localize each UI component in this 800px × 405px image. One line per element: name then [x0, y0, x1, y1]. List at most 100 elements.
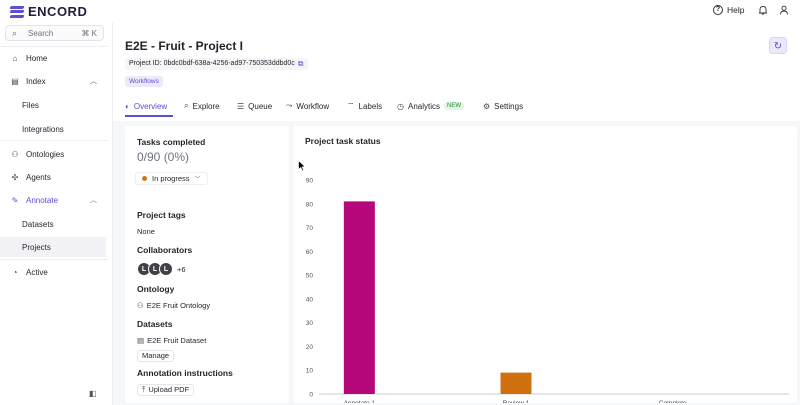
question-circle-icon: ?	[713, 5, 723, 15]
ontology-link[interactable]: ⚇ E2E Fruit Ontology	[137, 301, 210, 310]
x-tick-label: Annotate 1	[344, 400, 376, 403]
project-id-text: Project ID: 0bdc0bdf-638a-4256-ad97-7503…	[129, 60, 295, 67]
task-status-chart: 0 10 20 30 40 50 60 70 80 90 Annotate 1 Review 1 Com…	[306, 178, 789, 403]
status-dropdown[interactable]: In progress ﹀	[135, 172, 208, 185]
sidebar-item-datasets[interactable]: Datasets	[0, 214, 106, 234]
sidebar-item-label: Agents	[26, 172, 51, 182]
project-id: Project ID: 0bdc0bdf-638a-4256-ad97-7503…	[125, 58, 308, 70]
agents-icon: ✣	[11, 172, 19, 182]
user-icon[interactable]	[779, 5, 789, 18]
sidebar-item-label: Annotate	[26, 195, 59, 205]
tab-analytics[interactable]: ◷ Analytics NEW	[397, 98, 464, 114]
dataset-icon: ▤	[137, 336, 145, 345]
upload-icon: ⤒	[142, 385, 146, 394]
workflow-icon: ⤳	[286, 101, 293, 110]
help-button[interactable]: ? Help	[713, 5, 744, 15]
active-tab-indicator	[125, 115, 173, 117]
divider	[0, 140, 108, 141]
sidebar-item-files[interactable]: Files	[0, 95, 106, 115]
explore-icon: ⌕	[184, 101, 189, 110]
sidebar-item-home[interactable]: ⌂ Home	[0, 48, 106, 68]
annotate-icon: ✎	[11, 195, 19, 205]
tab-settings[interactable]: ⚙ Settings	[483, 98, 523, 114]
bell-icon[interactable]	[758, 5, 768, 18]
chart-bar	[500, 372, 532, 394]
sidebar-item-projects[interactable]: Projects	[0, 237, 106, 257]
project-tags-title: Project tags	[137, 210, 186, 220]
x-tick-label: Review 1	[503, 400, 530, 403]
tab-label: Explore	[192, 101, 220, 111]
refresh-button[interactable]: ↻	[769, 37, 787, 54]
y-tick-label: 60	[306, 249, 314, 256]
active-icon: ◔	[12, 267, 18, 277]
upload-pdf-button[interactable]: ⤒ Upload PDF	[137, 384, 195, 396]
sidebar-item-label: Active	[26, 267, 48, 277]
y-tick-label: 30	[306, 320, 314, 327]
mouse-cursor-icon	[298, 159, 307, 175]
chart-bar	[343, 201, 375, 394]
tab-explore[interactable]: ⌕ Explore	[184, 98, 220, 114]
sidebar-item-label: Ontologies	[26, 149, 65, 159]
sidebar-item-agents[interactable]: ✣ Agents	[0, 167, 106, 187]
y-tick-label: 20	[306, 344, 314, 351]
home-icon: ⌂	[12, 53, 18, 63]
y-tick-label: 0	[309, 392, 313, 399]
new-badge: NEW	[444, 102, 464, 110]
collaborators-avatars[interactable]: L L L +6	[137, 262, 186, 276]
search-label: Search	[28, 29, 54, 38]
upload-label: Upload PDF	[148, 385, 190, 394]
encord-logo[interactable]: ENCORD	[9, 4, 88, 19]
copy-icon[interactable]: ⧉	[298, 58, 304, 70]
sidebar-item-index[interactable]: ▤ Index ︿	[0, 71, 106, 91]
chevron-up-icon: ︿	[90, 197, 97, 204]
workflows-badge: Workflows	[125, 76, 163, 87]
tab-overview[interactable]: ◐ Overview	[125, 98, 167, 114]
search-box[interactable]: ⌕ Search ⌘ K	[5, 25, 104, 41]
sidebar-item-label: Home	[26, 53, 48, 63]
collapse-sidebar-icon[interactable]: ◧	[89, 389, 97, 398]
tab-label: Labels	[358, 101, 383, 111]
logo-text: ENCORD	[28, 4, 88, 19]
sidebar-item-label: Files	[22, 100, 39, 110]
sidebar: ⌕ Search ⌘ K ⌂ Home ▤ Index ︿ Files Inte…	[0, 22, 108, 405]
main-content: E2E - Fruit - Project I ↻ Project ID: 0b…	[112, 22, 800, 405]
sidebar-item-label: Datasets	[22, 219, 54, 229]
ontology-value: E2E Fruit Ontology	[146, 301, 211, 310]
annotation-instructions-title: Annotation instructions	[137, 368, 233, 378]
dataset-value: E2E Fruit Dataset	[147, 336, 207, 345]
project-summary-card: Tasks completed 0/90 (0%) In progress ﹀ …	[125, 126, 289, 403]
ontology-icon: ⚇	[11, 149, 19, 159]
avatar: L	[159, 262, 173, 276]
collaborators-title: Collaborators	[137, 245, 193, 255]
sidebar-item-ontologies[interactable]: ⚇ Ontologies	[0, 144, 106, 164]
y-tick-label: 80	[306, 201, 314, 208]
tab-queue[interactable]: ☰ Queue	[237, 98, 272, 114]
sidebar-item-annotate[interactable]: ✎ Annotate ︿	[0, 190, 106, 210]
project-tags-value: None	[137, 227, 155, 236]
overview-icon: ◐	[125, 101, 130, 111]
manage-button[interactable]: Manage	[137, 350, 175, 362]
y-tick-label: 40	[306, 296, 314, 303]
y-tick-label: 50	[306, 273, 314, 280]
search-icon: ⌕	[12, 28, 18, 38]
tab-label: Overview	[133, 101, 168, 111]
status-dot	[142, 176, 147, 181]
sidebar-item-active[interactable]: ◔ Active	[0, 262, 106, 282]
tab-label: Analytics	[407, 101, 440, 111]
index-icon: ▤	[11, 76, 19, 86]
y-tick-label: 90	[306, 178, 314, 185]
tab-labels[interactable]: ⌔ Labels	[347, 98, 382, 114]
chevron-down-icon: ﹀	[194, 177, 201, 183]
help-label: Help	[727, 5, 745, 15]
dataset-link[interactable]: ▤ E2E Fruit Dataset	[137, 336, 206, 345]
page-title: E2E - Fruit - Project I	[125, 39, 244, 53]
sidebar-item-label: Projects	[22, 242, 51, 252]
divider	[0, 46, 108, 47]
analytics-icon: ◷	[397, 101, 404, 111]
tab-workflow[interactable]: ⤳ Workflow	[286, 98, 329, 114]
y-tick-label: 10	[306, 368, 314, 375]
sidebar-item-integrations[interactable]: Integrations	[0, 119, 106, 139]
tab-label: Queue	[248, 101, 273, 111]
gear-icon: ⚙	[483, 101, 491, 111]
queue-icon: ☰	[237, 101, 245, 111]
